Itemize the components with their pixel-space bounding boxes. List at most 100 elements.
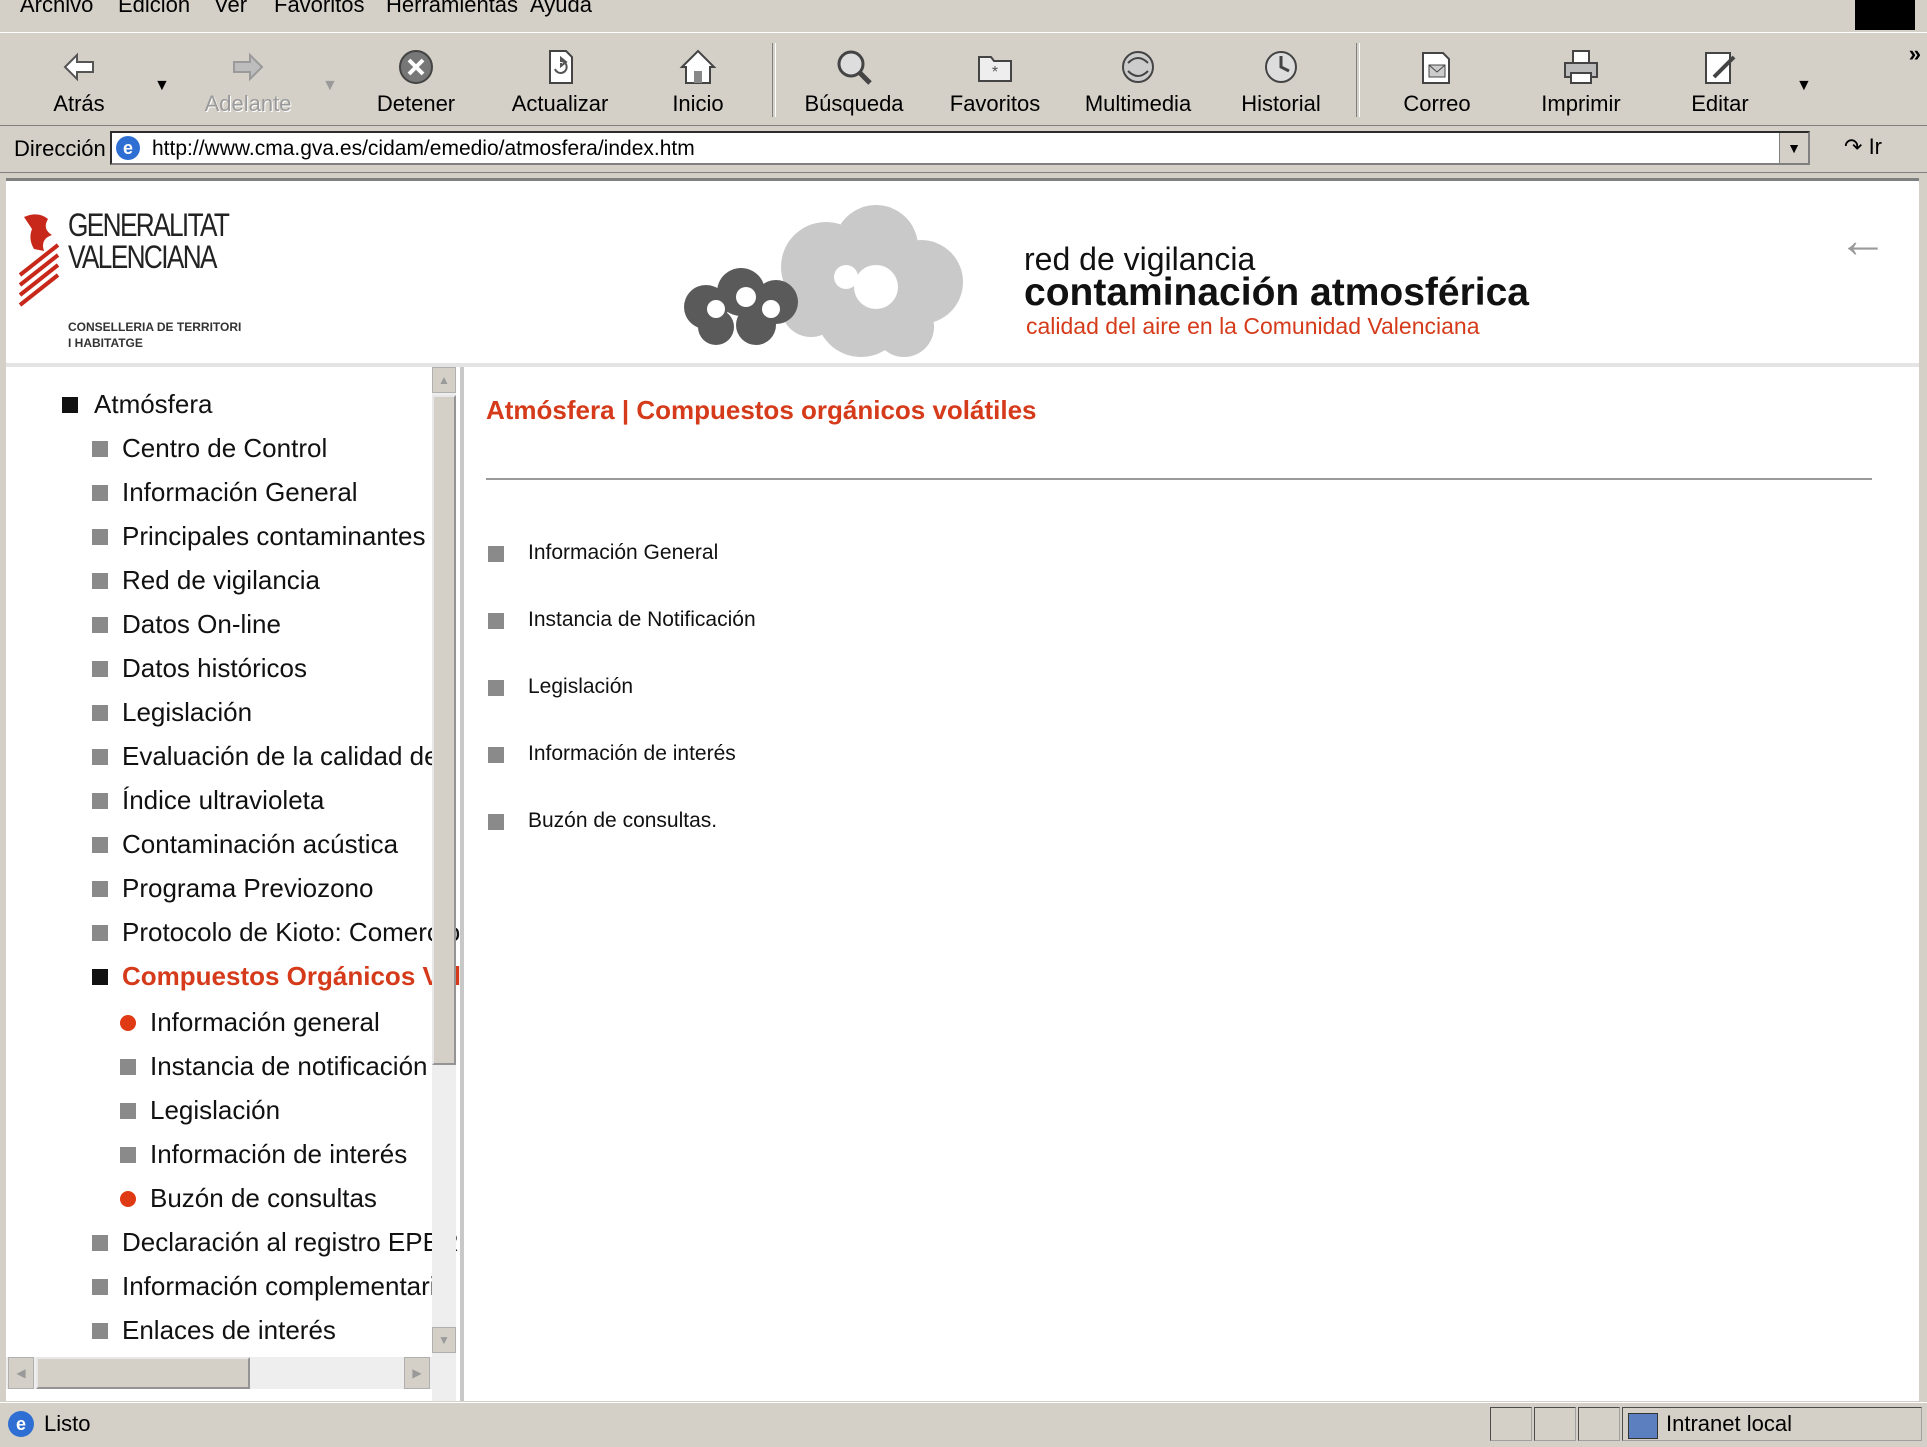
print-label: Imprimir — [1541, 91, 1621, 116]
media-label: Multimedia — [1084, 91, 1192, 116]
ie-page-icon: e — [116, 136, 140, 160]
sidebar-nav: Atmósfera Centro de Control Información … — [6, 367, 464, 1401]
bullet-square-icon — [92, 617, 108, 633]
home-icon — [679, 49, 717, 84]
bullet-square-icon — [120, 1147, 136, 1163]
menu-archivo[interactable]: Archivo — [20, 0, 93, 18]
intranet-zone-icon — [1628, 1413, 1658, 1439]
sidebar-horizontal-scrollbar[interactable]: ◀ ▶ — [6, 1357, 432, 1389]
menu-ayuda[interactable]: Ayuda — [530, 0, 592, 18]
bullet-square-icon — [92, 485, 108, 501]
edit-pencil-icon — [1705, 52, 1736, 84]
status-cell — [1578, 1407, 1620, 1441]
print-button[interactable]: Imprimir — [1526, 33, 1636, 125]
home-button[interactable]: Inicio — [648, 33, 748, 125]
edit-button[interactable]: Editar — [1670, 33, 1770, 125]
org-line2: VALENCIANA — [68, 239, 218, 275]
scroll-down-icon[interactable]: ▼ — [432, 1327, 456, 1353]
org-name: GENERALITAT VALENCIANA — [68, 207, 230, 275]
nav-item-label: Principales contaminantes — [122, 521, 426, 551]
scroll-left-icon[interactable]: ◀ — [8, 1357, 34, 1389]
bullet-square-icon — [488, 814, 504, 830]
nav-item-label: Protocolo de Kioto: Comercio — [122, 917, 461, 947]
nav-subitem-label: Información de interés — [150, 1139, 408, 1169]
bullet-square-icon — [92, 881, 108, 897]
sidebar-vertical-scrollbar[interactable]: ▲ ▼ — [432, 367, 456, 1401]
browser-window: Archivo Edición Ver Favoritos Herramient… — [0, 0, 1927, 1447]
status-bar: e Listo Intranet local — [0, 1402, 1927, 1447]
bullet-square-icon — [120, 1103, 136, 1119]
org-line1: GENERALITAT — [68, 207, 230, 243]
bullet-square-icon — [92, 705, 108, 721]
address-bar: Dirección e http://www.cma.gva.es/cidam/… — [0, 126, 1927, 173]
edit-label: Editar — [1691, 91, 1749, 116]
nav-item-label: Programa Previozono — [122, 873, 374, 903]
status-cell — [1534, 1407, 1576, 1441]
scroll-thumb[interactable] — [432, 395, 456, 1065]
mail-label: Correo — [1403, 91, 1471, 116]
page-content: GENERALITAT VALENCIANA CONSELLERIA DE TE… — [6, 178, 1919, 1401]
back-arrow-icon[interactable]: ← — [1838, 211, 1888, 269]
refresh-button[interactable]: Actualizar — [500, 33, 620, 125]
search-label: Búsqueda — [804, 91, 904, 116]
dept-name: CONSELLERIA DE TERRITORI I HABITATGE — [68, 319, 268, 351]
history-label: Historial — [1241, 91, 1321, 116]
stop-button[interactable]: Detener — [366, 33, 466, 125]
scroll-right-icon[interactable]: ▶ — [404, 1357, 430, 1389]
address-dropdown-icon[interactable]: ▼ — [1779, 133, 1808, 163]
site-banner: GENERALITAT VALENCIANA CONSELLERIA DE TE… — [6, 181, 1919, 367]
toolbar-overflow-chevron-icon[interactable]: » — [1909, 41, 1921, 67]
refresh-label: Actualizar — [511, 91, 609, 116]
menu-favoritos[interactable]: Favoritos — [274, 0, 364, 18]
printer-icon — [1564, 50, 1598, 84]
search-icon — [837, 50, 872, 85]
nav-item-label: Información complementaria — [122, 1271, 451, 1301]
dept-line1: CONSELLERIA DE TERRITORI — [68, 320, 242, 334]
nav-item-label: Atmósfera — [94, 389, 213, 419]
search-button[interactable]: Búsqueda — [794, 33, 914, 125]
generalitat-emblem-icon — [18, 214, 60, 307]
bullet-square-icon — [92, 529, 108, 545]
bullet-square-icon — [92, 1235, 108, 1251]
back-button[interactable]: Atrás — [34, 33, 124, 125]
toolbar-separator — [772, 43, 776, 117]
history-clock-icon — [1265, 51, 1297, 83]
bullet-square-icon — [92, 1279, 108, 1295]
link-label: Instancia de Notificación — [528, 608, 756, 631]
scroll-up-icon[interactable]: ▲ — [432, 367, 456, 393]
nav-subitem-label: Buzón de consultas — [150, 1183, 377, 1213]
forward-button[interactable]: Adelante — [198, 33, 298, 125]
go-label: Ir — [1868, 134, 1883, 159]
nav-item-label: Información General — [122, 477, 358, 507]
bullet-square-icon — [92, 1323, 108, 1339]
scroll-thumb[interactable] — [36, 1357, 250, 1389]
bullet-square-icon — [488, 546, 504, 562]
menu-herramientas[interactable]: Herramientas — [386, 0, 518, 18]
bullet-square-icon — [92, 969, 108, 985]
favorites-label: Favoritos — [949, 91, 1041, 116]
forward-dropdown-icon[interactable]: ▼ — [322, 77, 338, 95]
mail-button[interactable]: Correo — [1382, 33, 1492, 125]
status-cell — [1490, 1407, 1532, 1441]
generalitat-logo[interactable]: GENERALITAT VALENCIANA CONSELLERIA DE TE… — [18, 209, 241, 350]
address-input[interactable]: e http://www.cma.gva.es/cidam/emedio/atm… — [110, 131, 1810, 165]
toolbar-separator — [1356, 43, 1360, 117]
nav-item-label: Centro de Control — [122, 433, 328, 463]
media-button[interactable]: Multimedia — [1078, 33, 1198, 125]
edit-dropdown-icon[interactable]: ▼ — [1796, 77, 1812, 95]
go-button[interactable]: ↷ Ir — [1844, 134, 1882, 160]
menu-edicion[interactable]: Edición — [118, 0, 190, 18]
bullet-square-icon — [92, 441, 108, 457]
back-dropdown-icon[interactable]: ▼ — [154, 77, 170, 95]
page-title: Atmósfera | Compuestos orgánicos volátil… — [486, 395, 1037, 425]
history-button[interactable]: Historial — [1226, 33, 1336, 125]
nav-item-label: Compuestos Orgánicos Volátiles — [122, 961, 460, 991]
menu-ver[interactable]: Ver — [214, 0, 247, 18]
back-arrow-icon — [63, 52, 94, 82]
bullet-square-icon — [92, 573, 108, 589]
stop-label: Detener — [376, 91, 456, 116]
bullet-dot-icon — [120, 1191, 136, 1207]
favorites-button[interactable]: * Favoritos — [940, 33, 1050, 125]
title-divider — [486, 478, 1872, 480]
nav-item-label: Datos históricos — [122, 653, 307, 683]
